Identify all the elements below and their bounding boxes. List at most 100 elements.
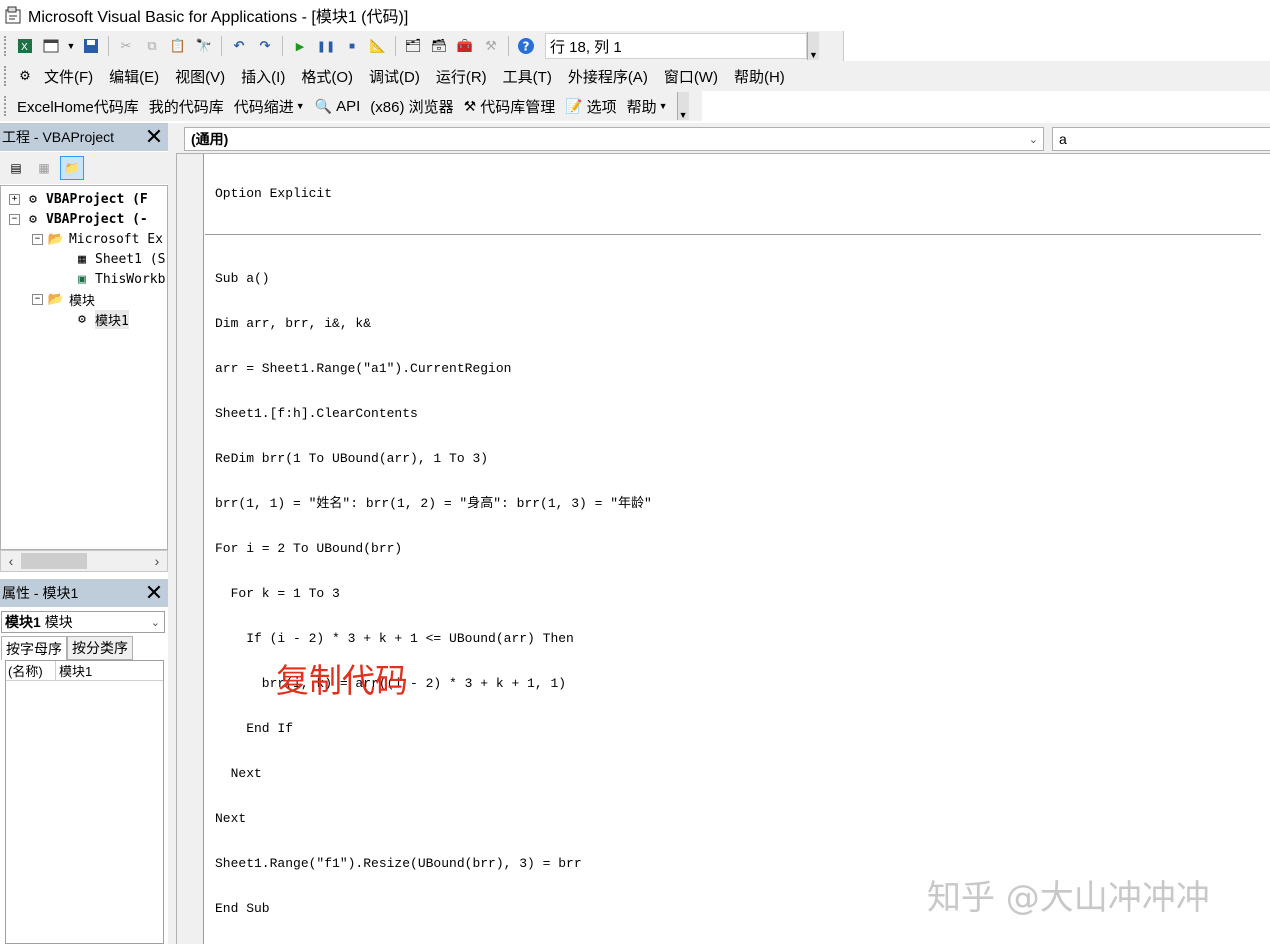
code-line[interactable]: Option Explicit [215, 186, 1261, 201]
code-lib-manage-button[interactable]: ⚒ 代码库管理 [464, 96, 556, 117]
code-line[interactable]: arr = Sheet1.Range("a1").CurrentRegion [215, 361, 1261, 376]
toolbar-grip[interactable] [4, 36, 8, 56]
cut-icon[interactable]: ✂ [115, 35, 137, 57]
options-icon: 📝 [565, 97, 583, 114]
tab-categorized[interactable]: 按分类序 [67, 636, 133, 660]
code-editor[interactable]: Option Explicit Sub a() Dim arr, brr, i&… [176, 153, 1270, 944]
module-icon: ⚙ [78, 311, 86, 327]
close-icon[interactable]: ✕ [142, 580, 166, 605]
code-line[interactable]: For i = 2 To UBound(brr) [215, 541, 1261, 556]
scroll-left-icon[interactable]: ‹ [1, 553, 21, 569]
panel-splitter[interactable] [168, 123, 176, 944]
tree-item[interactable]: + ⚙ VBAProject (F [9, 189, 148, 209]
code-line[interactable]: For k = 1 To 3 [215, 586, 1261, 601]
find-icon[interactable]: 🔭 [193, 35, 215, 57]
properties-object-select[interactable]: 模块1 模块 ⌄ [1, 611, 165, 633]
procedure-combo[interactable]: a [1052, 127, 1270, 151]
view-object-icon[interactable]: ▦ [32, 156, 56, 180]
menu-view[interactable]: 视图(V) [175, 66, 225, 87]
tree-item[interactable]: ▦ Sheet1 (S [73, 249, 165, 269]
close-icon[interactable]: ✕ [142, 124, 166, 149]
run-icon[interactable]: ▶ [289, 35, 311, 57]
code-indent-dropdown[interactable]: 代码缩进 ▼ [234, 96, 305, 117]
copy-icon[interactable]: ⧉ [141, 35, 163, 57]
tree-item[interactable]: − 📂 Microsoft Ex [32, 229, 163, 249]
menu-edit[interactable]: 编辑(E) [109, 66, 159, 87]
menu-insert[interactable]: 插入(I) [241, 66, 285, 87]
toolbar-grip[interactable] [4, 96, 8, 116]
code-line[interactable]: Next [215, 766, 1261, 781]
code-line[interactable]: Dim arr, brr, i&, k& [215, 316, 1261, 331]
tree-item[interactable]: ⚙ 模块1 [73, 309, 129, 329]
code-line[interactable]: Sheet1.Range("f1").Resize(UBound(brr), 3… [215, 856, 1261, 871]
help-dropdown[interactable]: 帮助 ▼ [627, 96, 668, 117]
menu-run[interactable]: 运行(R) [436, 66, 487, 87]
project-explorer-icon[interactable]: 🗂 [402, 35, 424, 57]
x86-browser-button[interactable]: (x86) 浏览器 [370, 96, 453, 117]
menu-debug[interactable]: 调试(D) [369, 66, 420, 87]
toolbar-options-chevron-icon[interactable]: ▼ [676, 92, 689, 120]
paste-icon[interactable]: 📋 [167, 35, 189, 57]
toolbar-options-chevron-icon[interactable]: ▼ [807, 32, 819, 60]
code-line[interactable]: Next [215, 811, 1261, 826]
code-margin-indicator-bar[interactable] [177, 154, 204, 944]
excelhome-code-lib-button[interactable]: ExcelHome代码库 [17, 96, 139, 117]
property-row[interactable]: (名称) 模块1 [6, 661, 163, 681]
properties-window-icon[interactable]: 🗃 [428, 35, 450, 57]
api-browser-button[interactable]: 🔍 API [315, 98, 361, 115]
code-line[interactable]: Sub a() [215, 271, 1261, 286]
help-icon[interactable]: ? [515, 35, 537, 57]
redo-icon[interactable]: ↷ [254, 35, 276, 57]
code-line[interactable]: Sheet1.[f:h].ClearContents [215, 406, 1261, 421]
scroll-thumb[interactable] [21, 553, 87, 569]
tools-icon: ⚒ [463, 97, 477, 114]
design-mode-icon[interactable]: 📐 [367, 35, 389, 57]
tree-item[interactable]: − ⚙ VBAProject (- [9, 209, 148, 229]
collapse-icon[interactable]: − [9, 213, 20, 225]
code-line[interactable]: End If [215, 721, 1261, 736]
vba-project-icon: ⚙ [29, 191, 37, 207]
menu-addins[interactable]: 外接程序(A) [568, 66, 648, 87]
menu-tools[interactable]: 工具(T) [503, 66, 552, 87]
undo-icon[interactable]: ↶ [228, 35, 250, 57]
tab-alphabetic[interactable]: 按字母序 [1, 636, 67, 660]
menu-grip[interactable] [4, 66, 8, 86]
stop-icon[interactable]: ■ [341, 35, 363, 57]
tree-item[interactable]: ▣ ThisWorkb [73, 269, 165, 289]
toolbox-icon[interactable]: ⚒ [480, 35, 502, 57]
pause-icon[interactable]: ❚❚ [315, 35, 337, 57]
window-title: Microsoft Visual Basic for Applications … [28, 9, 409, 26]
property-value[interactable]: 模块1 [56, 661, 92, 680]
save-icon[interactable] [80, 35, 102, 57]
object-combo[interactable]: (通用) ⌄ [184, 127, 1044, 151]
excel-view-icon[interactable]: X [14, 35, 36, 57]
collapse-icon[interactable]: − [32, 233, 43, 245]
tree-item-label: Microsoft Ex [69, 231, 163, 247]
object-browser-icon[interactable]: 🧰 [454, 35, 476, 57]
expand-icon[interactable]: + [9, 193, 20, 205]
title-bar: Microsoft Visual Basic for Applications … [0, 0, 1270, 30]
my-code-lib-button[interactable]: 我的代码库 [149, 96, 224, 117]
options-button[interactable]: 📝 选项 [565, 96, 616, 117]
insert-userform-icon[interactable] [40, 35, 62, 57]
menu-format[interactable]: 格式(O) [301, 66, 353, 87]
view-code-icon[interactable]: ▤ [4, 156, 28, 180]
code-line[interactable]: If (i - 2) * 3 + k + 1 <= UBound(arr) Th… [215, 631, 1261, 646]
code-line[interactable]: ReDim brr(1 To UBound(arr), 1 To 3) [215, 451, 1261, 466]
tree-item[interactable]: − 📂 模块 [32, 289, 95, 309]
toggle-folders-icon[interactable]: 📁 [60, 156, 84, 180]
toolbar-separator [221, 36, 222, 56]
menu-window[interactable]: 窗口(W) [664, 66, 718, 87]
collapse-icon[interactable]: − [32, 293, 43, 305]
vba-menu-icon[interactable]: ⚙ [14, 65, 36, 87]
dropdown-arrow-icon[interactable]: ▼ [66, 35, 76, 57]
menu-file[interactable]: 文件(F) [44, 66, 93, 87]
worksheet-icon: ▦ [78, 251, 86, 267]
code-line[interactable]: brr(1, 1) = "姓名": brr(1, 2) = "身高": brr(… [215, 496, 1261, 511]
code-text[interactable]: Option Explicit Sub a() Dim arr, brr, i&… [205, 156, 1261, 944]
project-tree-hscrollbar[interactable]: ‹ › [0, 550, 168, 572]
tree-item-label: 模块1 [95, 309, 129, 329]
api-label: API [336, 97, 361, 115]
scroll-right-icon[interactable]: › [147, 553, 167, 569]
menu-help[interactable]: 帮助(H) [734, 66, 785, 87]
